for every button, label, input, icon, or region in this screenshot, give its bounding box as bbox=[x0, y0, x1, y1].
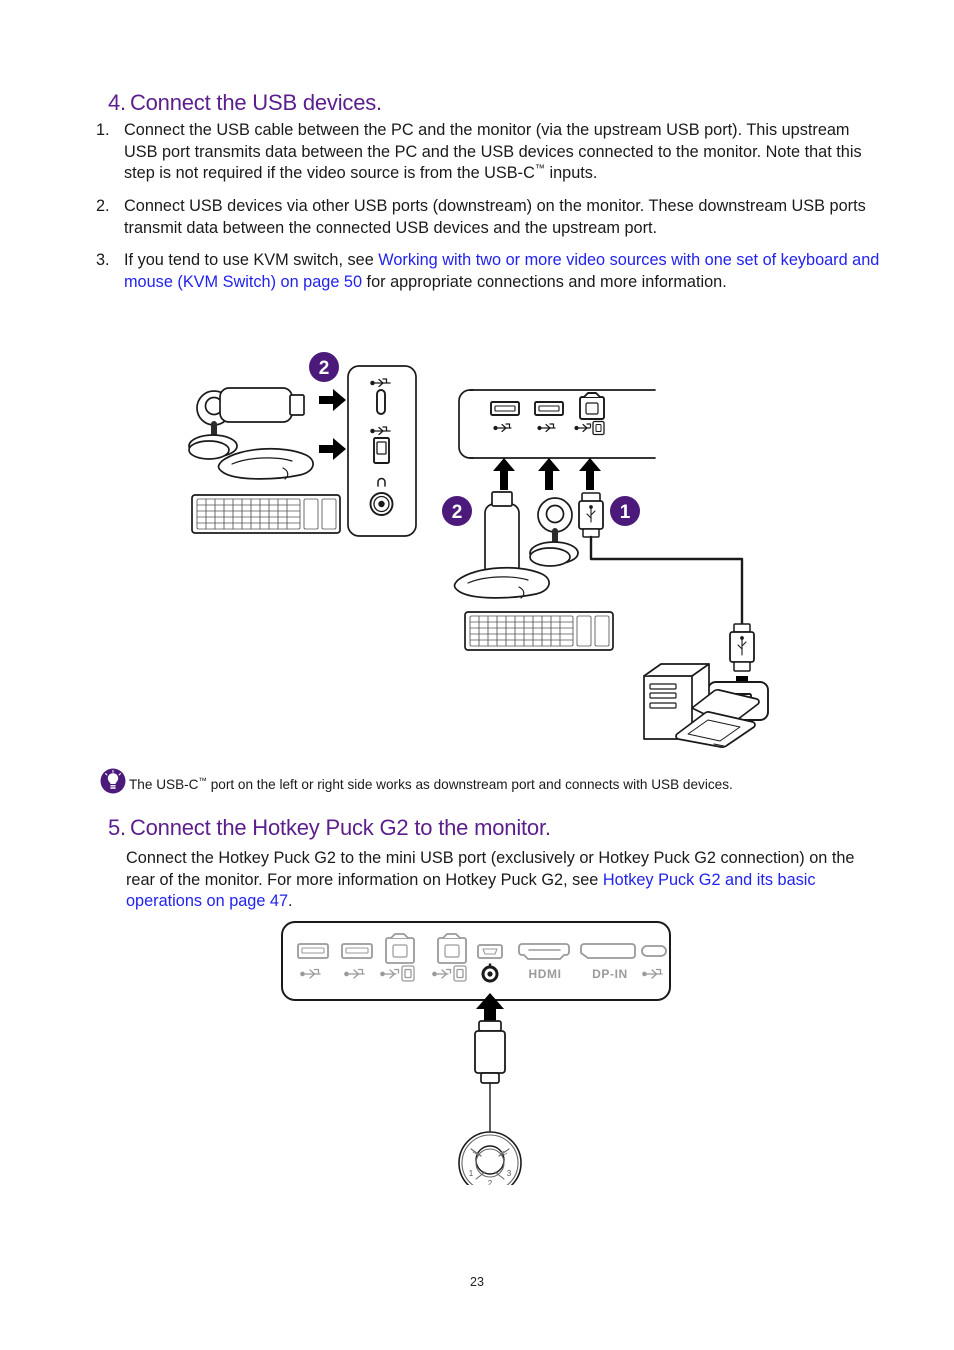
trademark-symbol: ™ bbox=[198, 775, 207, 786]
puck-button-1: 1 bbox=[469, 1169, 474, 1178]
step-marker: 3. bbox=[96, 251, 110, 270]
puck-button-3: 3 bbox=[507, 1169, 512, 1178]
badge-rear-upstream: 1 bbox=[610, 496, 640, 526]
headphone-jack bbox=[369, 492, 394, 516]
svg-text:1: 1 bbox=[620, 502, 631, 523]
usb-flash-drive-device-2 bbox=[484, 491, 520, 577]
tip-note: The USB-C™ port on the left or right sid… bbox=[100, 768, 733, 794]
document-page: 4. Connect the USB devices. 1. Connect t… bbox=[0, 0, 954, 1350]
trademark-symbol: ™ bbox=[534, 163, 545, 175]
section-5-number: 5. bbox=[108, 815, 126, 840]
hdmi-label: HDMI bbox=[528, 967, 561, 981]
usb-upstream-icon bbox=[574, 420, 605, 436]
section-5-heading: 5. Connect the Hotkey Puck G2 to the mon… bbox=[108, 815, 551, 841]
monitor-rear-panel bbox=[458, 389, 656, 459]
hotkey-puck-cable bbox=[474, 1020, 506, 1136]
section-5-title: Connect the Hotkey Puck G2 to the monito… bbox=[129, 815, 551, 840]
arrow-to-usb-c-port bbox=[319, 389, 346, 411]
usb-b-upstream-port bbox=[574, 392, 605, 436]
arrow-to-upstream bbox=[579, 458, 601, 490]
section-4-heading: 4. Connect the USB devices. bbox=[108, 90, 382, 116]
step-text: If you tend to use KVM switch, see Worki… bbox=[124, 250, 882, 293]
usb-icon bbox=[537, 423, 556, 433]
usb-upstream-cable bbox=[578, 492, 744, 626]
monitor-side-panel bbox=[347, 365, 417, 537]
tip-text-main: The USB-C bbox=[129, 776, 199, 792]
page-number: 23 bbox=[470, 1275, 484, 1289]
paragraph-text-tail: . bbox=[288, 892, 293, 911]
badge-rear-downstream: 2 bbox=[442, 496, 472, 526]
step-item-1: 1. Connect the USB cable between the PC … bbox=[92, 120, 882, 185]
arrow-to-usb-a-port bbox=[319, 438, 346, 460]
badge-left-panel: 2 bbox=[309, 352, 339, 382]
step-item-3: 3. If you tend to use KVM switch, see Wo… bbox=[92, 250, 882, 293]
section-4-number: 4. bbox=[108, 90, 126, 115]
keyboard-device-2 bbox=[464, 611, 614, 651]
arrow-to-downstream-1 bbox=[493, 458, 515, 490]
svg-text:2: 2 bbox=[319, 358, 330, 379]
arrow-to-downstream-2 bbox=[538, 458, 560, 490]
step-text: Connect USB devices via other USB ports … bbox=[124, 197, 866, 237]
step-text: Connect the USB cable between the PC and… bbox=[124, 120, 882, 185]
step-text-tail: inputs. bbox=[544, 164, 598, 183]
section-4-title: Connect the USB devices. bbox=[129, 90, 382, 115]
usb-a-downstream-port-1 bbox=[490, 401, 520, 433]
section-5-paragraph: Connect the Hotkey Puck G2 to the mini U… bbox=[126, 848, 882, 913]
monitor-rear-panel-outline bbox=[281, 921, 671, 1001]
svg-text:2: 2 bbox=[452, 502, 463, 523]
usb-flash-drive-device bbox=[219, 387, 305, 423]
section-4-steps: 1. Connect the USB cable between the PC … bbox=[92, 120, 882, 305]
step-marker: 2. bbox=[96, 197, 110, 216]
usb-c-port bbox=[376, 389, 386, 415]
keyboard-device bbox=[191, 494, 341, 534]
webcam-device-2 bbox=[529, 497, 579, 567]
figure-computer-devices bbox=[636, 655, 776, 755]
lightbulb-icon bbox=[100, 768, 126, 794]
dp-in-label: DP-IN bbox=[592, 967, 628, 981]
tip-text: The USB-C™ port on the left or right sid… bbox=[129, 775, 733, 794]
usb-a-downstream-port-2 bbox=[534, 401, 564, 433]
tip-text-tail: port on the left or right side works as … bbox=[206, 776, 733, 792]
step-text-tail: for appropriate connections and more inf… bbox=[362, 273, 727, 292]
figure-hotkey-puck-connection: HDMI DP-IN 1 2 3 bbox=[280, 920, 672, 1185]
step-text-main: If you tend to use KVM switch, see bbox=[124, 251, 379, 270]
puck-button-2: 2 bbox=[488, 1179, 493, 1185]
mouse-device-2 bbox=[453, 566, 550, 599]
step-text-main: Connect the USB cable between the PC and… bbox=[124, 121, 862, 183]
step-marker: 1. bbox=[96, 121, 110, 139]
usb-icon bbox=[493, 423, 512, 433]
step-item-2: 2. Connect USB devices via other USB por… bbox=[92, 196, 882, 239]
hotkey-puck-g2-device: 1 2 3 bbox=[458, 1131, 522, 1185]
